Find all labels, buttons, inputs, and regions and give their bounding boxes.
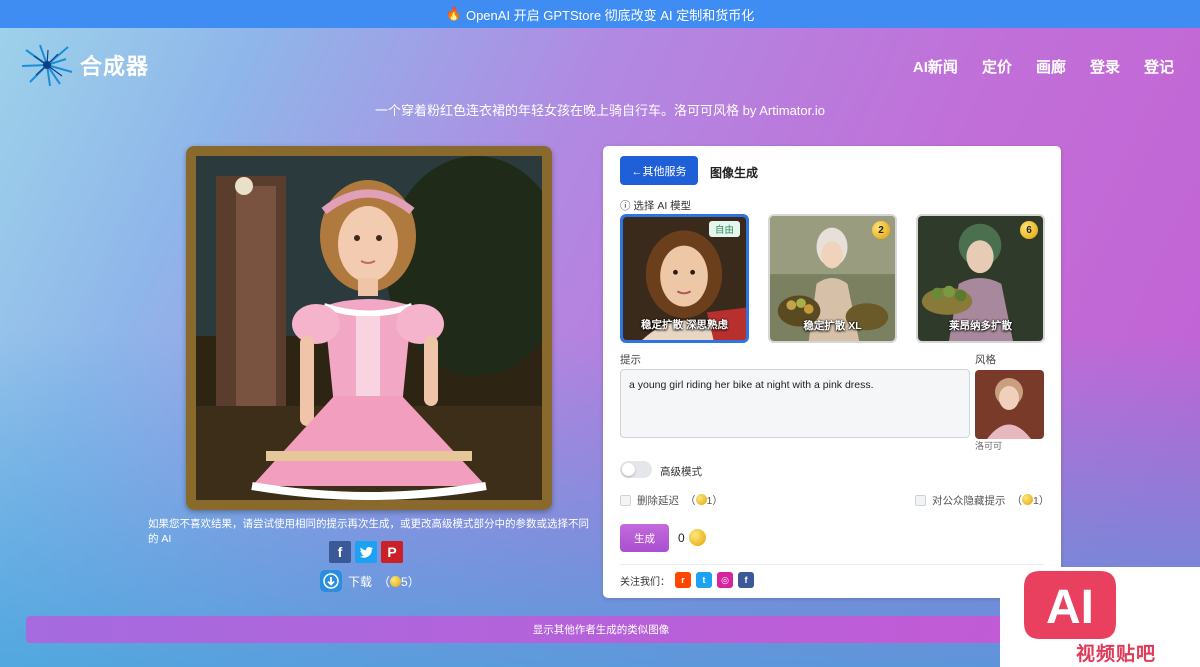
follow-us: 关注我们： r t ◎ f	[620, 572, 754, 588]
info-icon: ⓘ	[620, 200, 631, 212]
svg-text:AI: AI	[1046, 581, 1094, 634]
model-name: 稳定扩散 深思熟虑	[641, 319, 728, 331]
model-name: 莱昂纳多扩散	[949, 320, 1012, 332]
delete-delay-option[interactable]: 删除延迟 （1）	[620, 493, 723, 508]
model-name: 稳定扩散 XL	[803, 320, 862, 332]
site-logo[interactable]: 合成器	[20, 42, 149, 88]
panel-title: 图像生成	[710, 166, 759, 180]
style-label: 风格	[975, 354, 996, 366]
share-buttons: f P	[329, 541, 403, 563]
prompt-input[interactable]: a young girl riding her bike at night wi…	[620, 369, 970, 438]
nav-register[interactable]: 登记	[1144, 56, 1174, 77]
download-cost: （5）	[378, 574, 420, 589]
announcement-bar[interactable]: 🔥 OpenAI 开启 GPTStore 彻底改变 AI 定制和货币化	[0, 0, 1200, 28]
model-list: 自由 稳定扩散 深思熟虑 2 稳定扩散 XL 6 莱昂纳多扩散	[620, 214, 1045, 343]
coin-icon	[688, 529, 706, 546]
pinterest-icon[interactable]: P	[381, 541, 403, 563]
watermark-logo: AI	[1024, 571, 1116, 639]
nav-gallery[interactable]: 画廊	[1036, 56, 1066, 77]
twitter-icon[interactable]	[355, 541, 377, 563]
coin-icon	[695, 494, 707, 505]
hide-prompt-checkbox[interactable]	[915, 495, 926, 506]
facebook-icon[interactable]: f	[329, 541, 351, 563]
model-option-deliberate[interactable]: 自由 稳定扩散 深思熟虑	[620, 214, 749, 343]
coin-icon	[1022, 494, 1033, 505]
advanced-mode-label: 高级模式	[660, 466, 702, 478]
download-icon	[320, 570, 342, 592]
model-option-leonardo[interactable]: 6 莱昂纳多扩散	[916, 214, 1045, 343]
generate-cost: 0	[678, 529, 706, 546]
reddit-icon[interactable]: r	[675, 572, 691, 588]
watermark-text: 视频贴吧	[1076, 644, 1157, 665]
fire-icon: 🔥	[445, 6, 462, 21]
brand-name: 合成器	[80, 54, 150, 79]
model-cost-badge: 2	[872, 221, 890, 239]
download-button[interactable]: 下载 （5）	[320, 570, 420, 592]
download-label: 下载	[348, 574, 373, 589]
generated-image[interactable]	[186, 146, 552, 510]
other-services-button[interactable]: ←其他服务	[620, 156, 698, 185]
instagram-icon[interactable]: ◎	[717, 572, 733, 588]
style-selector[interactable]	[975, 370, 1044, 439]
delete-delay-checkbox[interactable]	[620, 495, 631, 506]
hide-prompt-option[interactable]: 对公众隐藏提示 （1）	[915, 493, 1049, 508]
girl-painting-image	[196, 156, 542, 500]
nav-ai-news[interactable]: AI新闻	[913, 56, 958, 77]
model-option-sdxl[interactable]: 2 稳定扩散 XL	[768, 214, 897, 343]
starburst-logo-icon	[21, 44, 73, 87]
generate-button[interactable]: 生成	[620, 524, 669, 552]
prompt-label: 提示	[620, 354, 641, 366]
style-name: 洛可可	[975, 441, 1003, 451]
facebook-icon[interactable]: f	[738, 572, 754, 588]
coin-icon	[390, 575, 402, 587]
announcement-text: OpenAI 开启 GPTStore 彻底改变 AI 定制和货币化	[465, 7, 755, 23]
advanced-mode-toggle[interactable]	[620, 461, 652, 478]
image-caption: 一个穿着粉红色连衣裙的年轻女孩在晚上骑自行车。洛可可风格 by Artimato…	[375, 103, 825, 118]
twitter-icon[interactable]: t	[696, 572, 712, 588]
nav-pricing[interactable]: 定价	[982, 56, 1012, 77]
model-label: ⓘ 选择 AI 模型	[620, 200, 692, 212]
main-nav: AI新闻 定价 画廊 登录 登记	[913, 56, 1174, 77]
model-badge: 自由	[708, 221, 740, 237]
model-cost-badge: 6	[1020, 221, 1038, 239]
nav-login[interactable]: 登录	[1090, 56, 1120, 77]
watermark: AI 视频贴吧	[1000, 567, 1200, 667]
rococo-style-thumbnail	[975, 370, 1044, 439]
divider	[620, 564, 1044, 565]
generation-panel: ←其他服务 图像生成 ⓘ 选择 AI 模型 自由 稳定扩散 深思熟虑 2 稳定扩…	[603, 146, 1061, 598]
